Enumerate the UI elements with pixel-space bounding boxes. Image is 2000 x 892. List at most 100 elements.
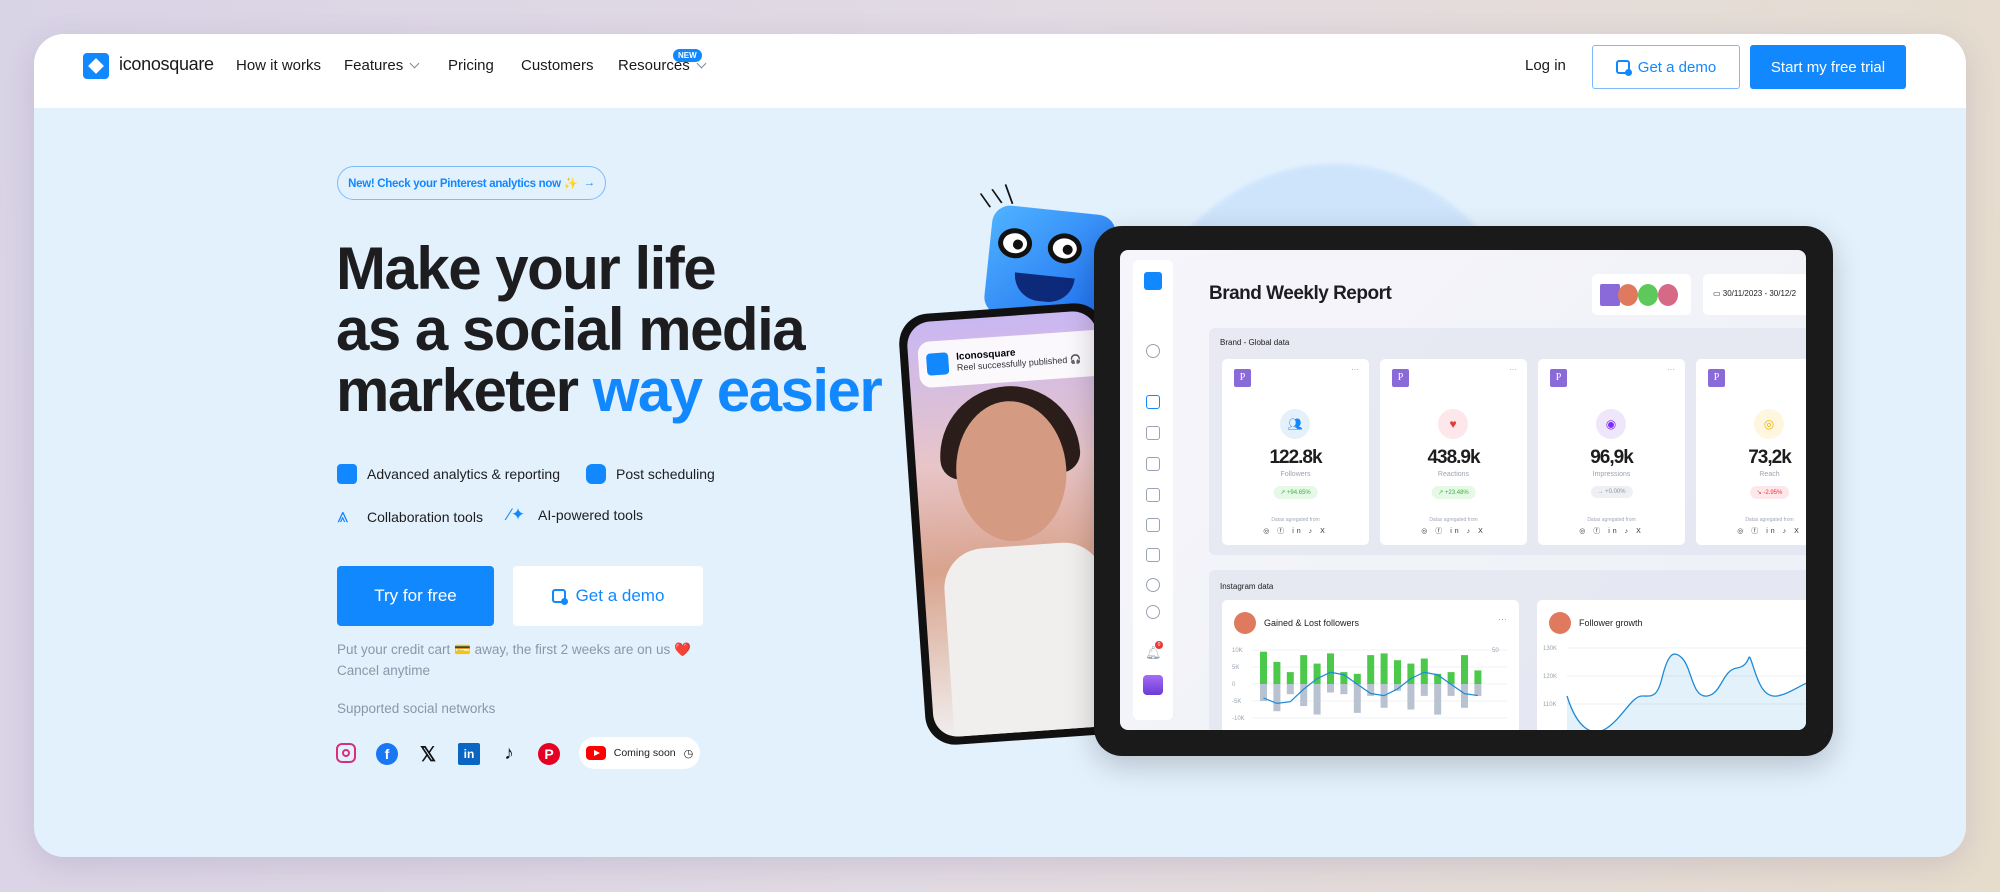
image-icon[interactable] [1146,488,1160,502]
nav-label: Features [344,57,404,74]
linkedin-icon[interactable]: in [458,743,480,765]
globe-icon[interactable] [1146,605,1160,619]
metric-change: ↗ +94.65% [1273,486,1318,499]
phone-screen: Iconosquare Reel successfully published 🎧 [905,309,1125,739]
target-icon: ◎ [1754,409,1784,439]
follower-growth-chart: 130K 120K 110K [1543,646,1806,730]
chart-title: Follower growth [1579,618,1643,628]
account-avatar: P [1392,369,1409,387]
more-icon[interactable]: ··· [1509,365,1517,374]
lost-bar [1420,684,1428,696]
note-icon[interactable] [1146,518,1160,532]
brand-name[interactable]: iconosquare [119,54,214,75]
headline-line: as a social media [336,296,806,363]
magic-wand-icon: ⁄✦ [508,505,526,524]
account-selector[interactable] [1592,274,1691,315]
metric-label: Impressions [1592,471,1631,478]
cancel-note: Cancel anytime [337,663,431,678]
gained-bar [1420,658,1428,684]
more-icon[interactable]: ··· [1351,365,1359,374]
nav-label: Customers [521,57,594,74]
pinterest-icon[interactable]: P [538,743,560,765]
coming-soon-label: Coming soon [613,747,676,759]
user-avatar[interactable] [1143,675,1163,695]
feature-label: Collaboration tools [367,508,483,525]
more-icon[interactable]: ··· [1498,614,1507,624]
global-data-section: Brand - Global data P ··· 👥︎ 122.8k Foll… [1209,328,1806,555]
section-title: Instagram data [1220,582,1274,591]
lost-bar [1340,684,1348,695]
announcement-text: New! Check your Pinterest analytics now … [348,178,578,190]
headline-line: Make your life [336,235,717,302]
headline-highlight: way easier [592,357,883,424]
account-avatar [1234,612,1256,634]
y-tick-label: 0 [1232,682,1236,688]
gained-lost-chart: 10K 5K 0 -5K -10K 50 [1232,648,1507,722]
metric-change: ↘ -2.95% [1749,486,1790,499]
y-tick-label: 10K [1232,648,1243,654]
feature-label: Advanced analytics & reporting [367,466,560,482]
account-avatar: P [1550,369,1567,387]
y-tick-label: 5K [1232,665,1239,671]
page-card: iconosquare How it works Features Pricin… [34,34,1966,857]
start-free-trial-button[interactable]: Start my free trial [1750,45,1906,89]
gained-bar [1260,651,1267,684]
login-link[interactable]: Log in [1525,57,1566,74]
lost-bar [1474,684,1482,696]
chart-icon [337,464,357,484]
report-title: Brand Weekly Report [1209,283,1392,304]
nav-pricing[interactable]: Pricing [448,57,494,74]
nav-customers[interactable]: Customers [521,57,594,74]
iconosquare-logo-icon [925,352,950,376]
layout-icon[interactable] [1146,548,1160,562]
nav-label: Pricing [448,57,494,74]
metric-label: Followers [1280,471,1311,478]
nav-get-demo-button[interactable]: Get a demo [1592,45,1740,89]
y-tick-label: -5K [1232,699,1241,705]
network-icon: ⩓ [337,505,349,527]
tiktok-icon[interactable]: ♪ [498,743,520,765]
analytics-icon[interactable] [1146,426,1160,440]
chat-icon[interactable] [1146,578,1160,592]
y2-tick-label: 50 [1492,648,1499,654]
account-avatar [1549,612,1571,634]
feature-scheduling: Post scheduling [586,464,715,484]
compass-icon[interactable] [1146,344,1160,358]
youtube-icon [585,746,606,760]
networks-label: Supported social networks [337,701,496,716]
announcement-pill[interactable]: New! Check your Pinterest analytics now … [337,166,606,200]
nav-label: How it works [236,57,322,74]
metric-label: Reach [1759,471,1780,478]
headline-line: marketer [336,357,579,424]
aggregated-networks: ◎ ⓕ in ♪ X [1579,528,1644,535]
dashboard-icon[interactable] [1146,395,1160,409]
chevron-down-icon [409,58,420,69]
x-icon[interactable]: 𝕏 [417,743,439,766]
metric-card: P ··· 👥︎ 122.8k Followers ↗ +94.65% Data… [1222,359,1369,545]
button-label: Get a demo [575,586,665,605]
iconosquare-logo-icon[interactable] [83,53,109,79]
gained-bar [1300,655,1308,684]
facebook-icon[interactable]: f [376,743,398,765]
instagram-icon[interactable] [336,743,356,763]
nav-how-it-works[interactable]: How it works [236,57,321,74]
download-icon[interactable] [1146,457,1160,471]
nav-features[interactable]: Features [344,57,420,74]
demo-icon [1615,60,1632,76]
more-icon[interactable]: ··· [1667,365,1675,374]
metric-value: 122.8k [1269,447,1322,468]
feature-ai: ⁄✦ AI-powered tools [508,505,643,525]
metric-card: P ··· ◉ 96,9k Impressions → +0.00% Datas… [1538,359,1685,545]
y-tick-label: 120K [1543,674,1557,680]
lost-bar [1434,684,1442,715]
iconosquare-logo-icon [1144,272,1162,290]
metric-value: 73,2k [1748,447,1792,468]
gained-bar [1273,661,1281,684]
get-demo-button[interactable]: Get a demo [513,566,703,626]
try-for-free-button[interactable]: Try for free [337,566,494,626]
metric-card: P ··· ◎ 73,2k Reach ↘ -2.95% Datas agreg… [1696,359,1806,545]
gained-bar [1394,660,1401,684]
notification-badge: 0 [1155,641,1163,649]
metric-value: 438.9k [1427,447,1480,468]
date-range-picker[interactable]: ▭ 30/11/2023 - 30/12/2 [1703,274,1806,315]
